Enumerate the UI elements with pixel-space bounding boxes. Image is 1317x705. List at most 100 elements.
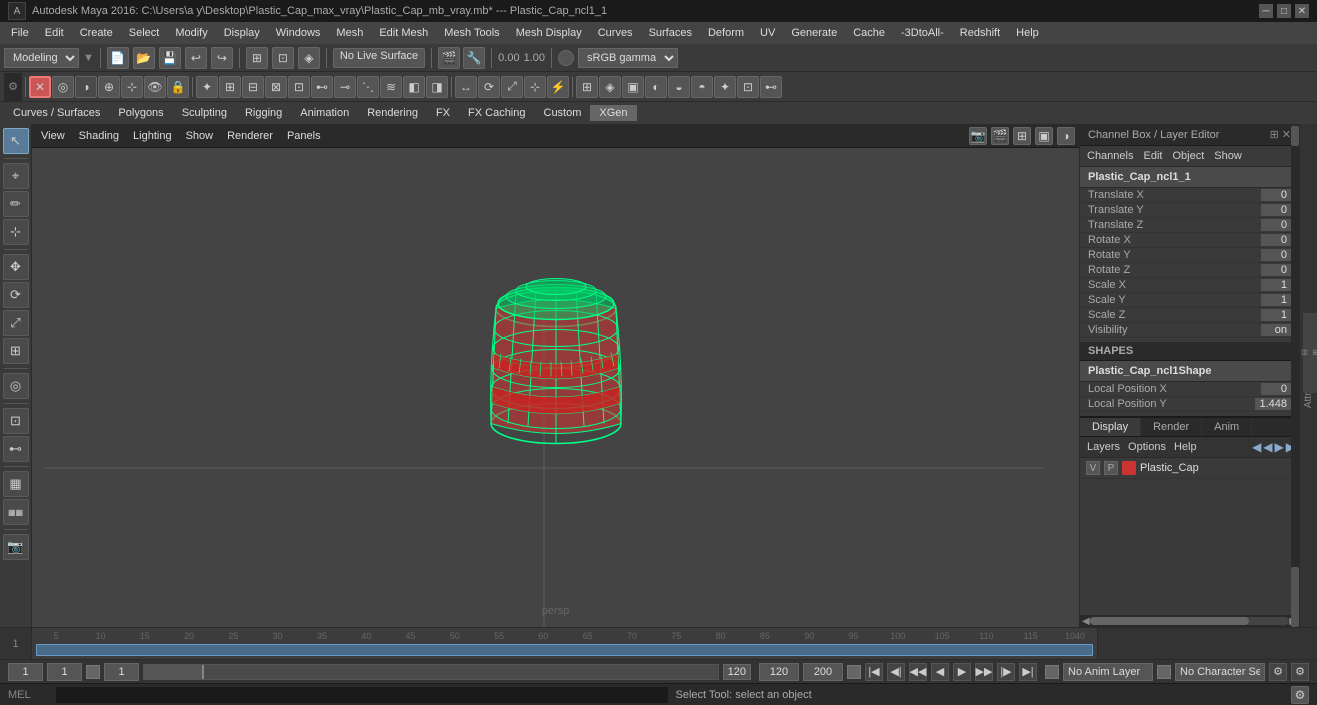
menu-cache[interactable]: Cache [846, 25, 892, 41]
shelf-animation[interactable]: Animation [291, 105, 358, 121]
frame-end-input[interactable] [759, 663, 799, 681]
move-tool-button[interactable]: ✥ [3, 254, 29, 280]
menu-display[interactable]: Display [217, 25, 267, 41]
go-to-start-button[interactable]: |◀ [865, 663, 883, 681]
window-controls[interactable]: ─ □ ✕ [1259, 4, 1309, 18]
close-button[interactable]: ✕ [1295, 4, 1309, 18]
attr-translate-x[interactable]: Translate X 0 [1080, 188, 1299, 203]
attr-scale-x[interactable]: Scale X 1 [1080, 278, 1299, 293]
tool-icon-9[interactable]: ⊞ [219, 76, 241, 98]
select-tool-button[interactable]: ↖ [3, 128, 29, 154]
tool-icon-7[interactable]: 🔒 [167, 76, 189, 98]
timeline-track[interactable]: 5 10 15 20 25 30 35 40 45 50 55 60 65 70… [32, 628, 1097, 659]
current-frame-input[interactable] [8, 663, 43, 681]
menu-windows[interactable]: Windows [269, 25, 328, 41]
attr-scale-y[interactable]: Scale Y 1 [1080, 293, 1299, 308]
paint-tool-button[interactable]: ✏ [3, 191, 29, 217]
snap-button[interactable]: ⊷ [3, 436, 29, 462]
shelf-polygons[interactable]: Polygons [109, 105, 172, 121]
attr-translate-y[interactable]: Translate Y 0 [1080, 203, 1299, 218]
shelf-fx-caching[interactable]: FX Caching [459, 105, 534, 121]
layer-scrollbar[interactable]: ◀ ▶ [1080, 615, 1299, 627]
universal-manip-button[interactable]: ⊞ [3, 338, 29, 364]
menu-uv[interactable]: UV [753, 25, 782, 41]
layer-icon-3[interactable]: ▶ [1275, 440, 1284, 454]
step-forward-button[interactable]: |▶ [997, 663, 1015, 681]
save-button[interactable]: 💾 [159, 47, 181, 69]
play-back-button[interactable]: ◀ [931, 663, 949, 681]
cb-menu-show[interactable]: Show [1211, 149, 1245, 163]
vp-icon-render[interactable]: 🎬 [991, 127, 1009, 145]
attr-local-pos-y[interactable]: Local Position Y 1.448 [1080, 397, 1299, 412]
tool-icon-8[interactable]: ✦ [196, 76, 218, 98]
shelf-xgen[interactable]: XGen [590, 105, 636, 121]
shelf-rendering[interactable]: Rendering [358, 105, 427, 121]
shelf-curves-surfaces[interactable]: Curves / Surfaces [4, 105, 109, 121]
menu-create[interactable]: Create [73, 25, 120, 41]
attr-scale-z[interactable]: Scale Z 1 [1080, 308, 1299, 323]
next-key-button[interactable]: ▶▶ [975, 663, 993, 681]
tool-icon-21[interactable]: ⊞ [576, 76, 598, 98]
tool-icon-2[interactable]: ◎ [52, 76, 74, 98]
menu-help[interactable]: Help [1009, 25, 1046, 41]
cb-menu-edit[interactable]: Edit [1140, 149, 1165, 163]
viewport-menu-lighting[interactable]: Lighting [128, 129, 177, 143]
layer-item-plastic-cap[interactable]: V P Plastic_Cap [1080, 458, 1299, 479]
menu-mesh-tools[interactable]: Mesh Tools [437, 25, 506, 41]
tool-icon-13[interactable]: ⊷ [311, 76, 333, 98]
layer-visibility-toggle[interactable]: V [1086, 461, 1100, 475]
layer-tab-anim[interactable]: Anim [1202, 418, 1252, 436]
attr-local-pos-x[interactable]: Local Position X 0 [1080, 382, 1299, 397]
attr-rotate-y[interactable]: Rotate Y 0 [1080, 248, 1299, 263]
layer-tab-display[interactable]: Display [1080, 418, 1141, 436]
tool-icon-17[interactable]: ◧ [403, 76, 425, 98]
live-surface[interactable]: No Live Surface [333, 48, 425, 68]
layer-scroll-left[interactable]: ◀ [1082, 616, 1090, 627]
grid-view-button[interactable]: ▦▦ [3, 499, 29, 525]
menu-mesh[interactable]: Mesh [329, 25, 370, 41]
cb-close-button[interactable]: ✕ [1282, 128, 1291, 141]
shelf-rigging[interactable]: Rigging [236, 105, 291, 121]
menu-mesh-display[interactable]: Mesh Display [509, 25, 589, 41]
menu-edit[interactable]: Edit [38, 25, 71, 41]
command-input[interactable] [56, 687, 668, 703]
tool-icon-27[interactable]: ✦ [714, 76, 736, 98]
vp-icon-camera[interactable]: 📷 [969, 127, 987, 145]
menu-deform[interactable]: Deform [701, 25, 751, 41]
menu-curves[interactable]: Curves [591, 25, 640, 41]
shelf-custom[interactable]: Custom [535, 105, 591, 121]
color-profile-selector[interactable]: sRGB gamma [578, 48, 678, 68]
tool-icon-10[interactable]: ⊟ [242, 76, 264, 98]
step-back-button[interactable]: ◀| [887, 663, 905, 681]
play-forward-button[interactable]: ▶ [953, 663, 971, 681]
cb-menu-object[interactable]: Object [1169, 149, 1207, 163]
range-start-input[interactable] [104, 663, 139, 681]
undo-button[interactable]: ↩ [185, 47, 207, 69]
tool-icon-20[interactable]: ⚡ [547, 76, 569, 98]
viewport-menu-panels[interactable]: Panels [282, 129, 326, 143]
viewport-menu-show[interactable]: Show [181, 129, 219, 143]
open-button[interactable]: 📂 [133, 47, 155, 69]
attribute-editor-tab[interactable]: Attribute Editor ⊞ ⊟ [1299, 124, 1317, 627]
layer-menu-layers[interactable]: Layers [1084, 440, 1123, 454]
tool-icon-4[interactable]: ⊕ [98, 76, 120, 98]
menu-edit-mesh[interactable]: Edit Mesh [372, 25, 435, 41]
lasso-tool-button[interactable]: ⌖ [3, 163, 29, 189]
go-to-end-button[interactable]: ▶| [1019, 663, 1037, 681]
tool-icon-22[interactable]: ◈ [599, 76, 621, 98]
settings-gear-icon[interactable]: ⚙ [4, 73, 22, 101]
layer-p-toggle[interactable]: P [1104, 461, 1118, 475]
tool-scale[interactable]: ⤢ [501, 76, 523, 98]
select-by-hierarchy[interactable]: ⊞ [246, 47, 268, 69]
timeline-slider[interactable] [143, 664, 719, 680]
tool-icon-19[interactable]: ⊹ [524, 76, 546, 98]
shelf-sculpting[interactable]: Sculpting [173, 105, 236, 121]
camera-button[interactable]: 📷 [3, 534, 29, 560]
cb-menu-channels[interactable]: Channels [1084, 149, 1136, 163]
layer-tab-render[interactable]: Render [1141, 418, 1202, 436]
rotate-tool-button[interactable]: ⟳ [3, 282, 29, 308]
tool-icon-29[interactable]: ⊷ [760, 76, 782, 98]
tool-icon-16[interactable]: ≋ [380, 76, 402, 98]
attr-translate-z[interactable]: Translate Z 0 [1080, 218, 1299, 233]
tool-icon-1[interactable]: ✕ [29, 76, 51, 98]
